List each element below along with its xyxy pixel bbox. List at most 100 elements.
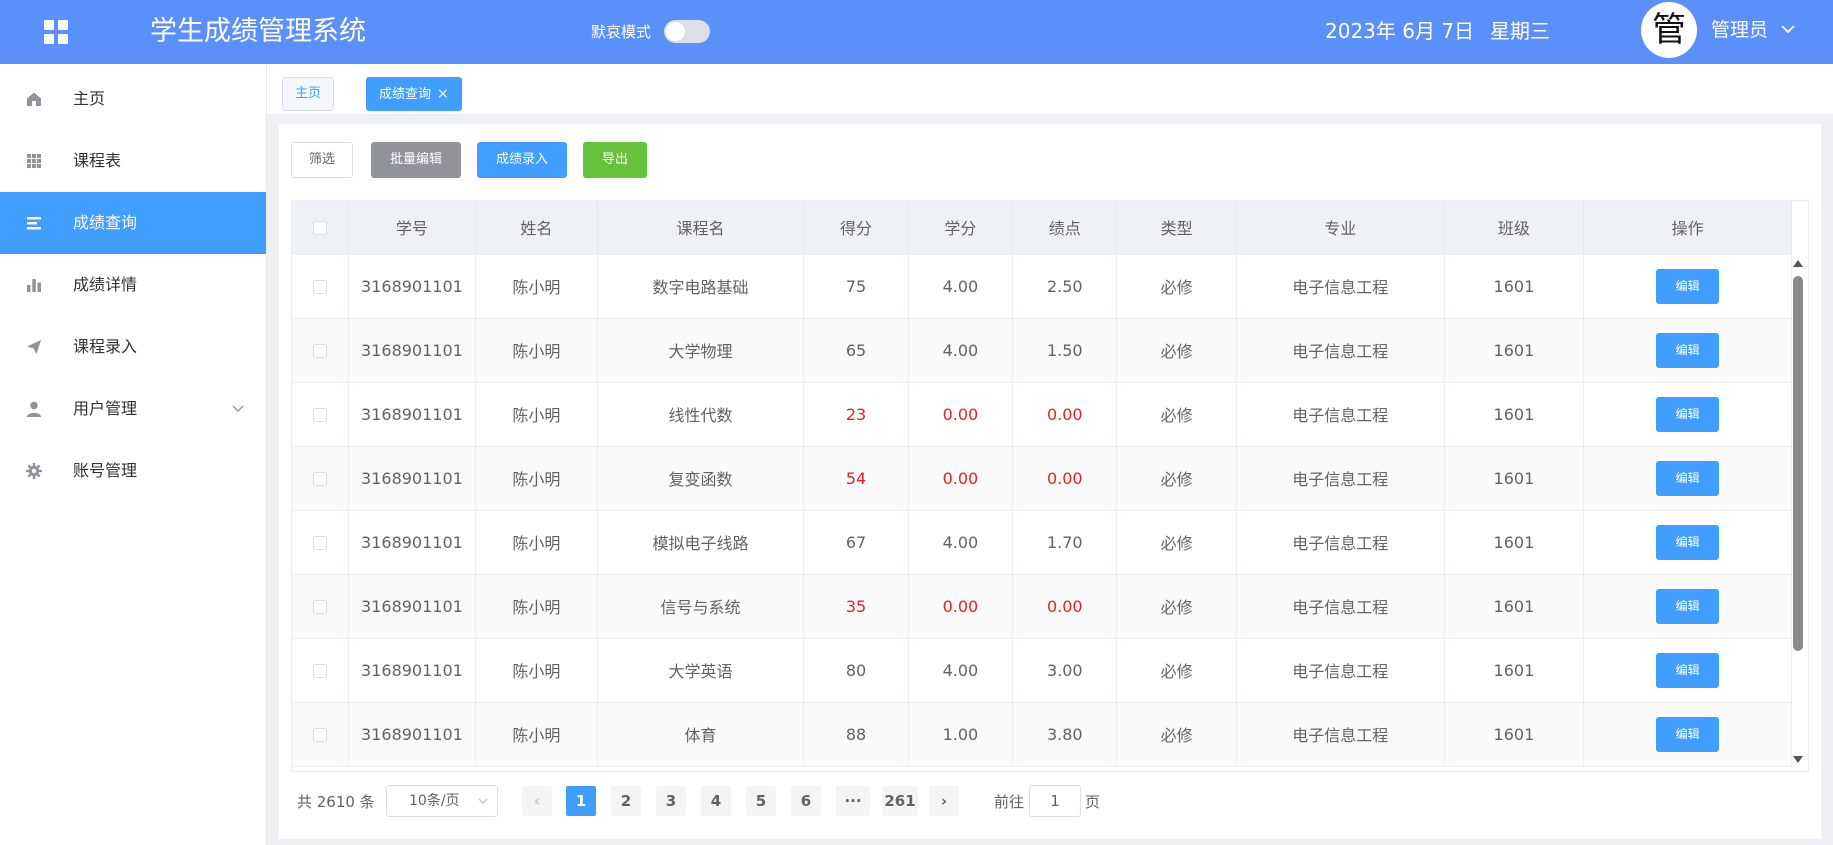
major-cell: 电子信息工程 [1236, 638, 1445, 703]
goto-label: 前往 [994, 793, 1025, 811]
column-header[interactable]: 类型 [1116, 201, 1237, 255]
score-cell: 88 [803, 702, 909, 767]
row-checkbox[interactable] [312, 344, 327, 358]
column-header[interactable]: 姓名 [475, 201, 598, 255]
sidebar-item-user-management[interactable]: 用户管理 [0, 378, 266, 440]
course-name-cell: 复变函数 [597, 446, 805, 511]
edit-button[interactable]: 编辑 [1656, 332, 1720, 368]
scroll-down-arrow-icon[interactable] [1793, 756, 1803, 763]
filter-button[interactable]: 筛选 [291, 142, 353, 178]
sidebar-item-account-management[interactable]: 账号管理 [0, 440, 266, 502]
close-icon[interactable]: × [437, 78, 449, 110]
sidebar-item-course-entry[interactable]: 课程录入 [0, 316, 266, 378]
sidebar-item-schedule[interactable]: 课程表 [0, 130, 266, 192]
edit-button[interactable]: 编辑 [1656, 652, 1720, 688]
sidebar-item-grade-detail[interactable]: 成绩详情 [0, 254, 266, 316]
class-cell: 1601 [1444, 638, 1585, 703]
page-button[interactable]: 261 [882, 786, 918, 816]
page-button[interactable]: 6 [791, 786, 821, 816]
class-cell: 1601 [1444, 574, 1585, 639]
prev-page-button[interactable]: ‹ [522, 786, 552, 816]
goto-unit: 页 [1085, 793, 1101, 811]
scroll-thumb[interactable] [1793, 276, 1803, 651]
tab-label: 主页 [295, 86, 322, 101]
edit-button[interactable]: 编辑 [1656, 268, 1720, 304]
grade-entry-button[interactable]: 成绩录入 [477, 142, 567, 178]
column-header[interactable]: 得分 [803, 201, 909, 255]
column-header[interactable]: 学分 [908, 201, 1014, 255]
toggle-knob [666, 22, 685, 41]
home-icon [27, 92, 41, 106]
select-all-checkbox[interactable] [312, 221, 327, 236]
page-button[interactable]: 2 [611, 786, 641, 816]
scroll-up-arrow-icon[interactable] [1793, 260, 1803, 267]
course-type-cell: 必修 [1116, 574, 1237, 639]
menu-grid-icon[interactable] [44, 20, 68, 44]
export-button[interactable]: 导出 [583, 142, 647, 178]
row-checkbox[interactable] [312, 280, 327, 294]
chevron-down-icon[interactable] [1779, 20, 1797, 38]
sidebar-item-label: 课程表 [73, 151, 122, 170]
column-header[interactable]: 学号 [348, 201, 477, 255]
course-type-cell: 必修 [1116, 638, 1237, 703]
current-weekday: 星期三 [1490, 19, 1550, 43]
sidebar-item-home[interactable]: 主页 [0, 68, 266, 130]
current-date: 2023年 6月 7日 [1325, 19, 1475, 43]
select-all-cell [292, 201, 349, 255]
table-row: 3168901101 陈小明 大学英语 80 4.00 3.00 必修 电子信息工程 1601 编… [292, 638, 1792, 703]
page-button[interactable]: 3 [656, 786, 686, 816]
row-checkbox[interactable] [312, 664, 327, 678]
row-checkbox[interactable] [312, 600, 327, 614]
course-type-cell: 必修 [1116, 510, 1237, 575]
page-button[interactable]: 1 [566, 786, 596, 816]
course-type-cell: 必修 [1116, 254, 1237, 319]
major-cell: 电子信息工程 [1236, 318, 1445, 383]
column-header[interactable]: 课程名 [597, 201, 805, 255]
score-cell: 67 [803, 510, 909, 575]
goto-page-input[interactable] [1029, 785, 1081, 817]
column-header[interactable]: 班级 [1444, 201, 1585, 255]
edit-button[interactable]: 编辑 [1656, 524, 1720, 560]
class-cell: 1601 [1444, 446, 1585, 511]
student-name-cell: 陈小明 [475, 510, 598, 575]
row-checkbox[interactable] [312, 408, 327, 422]
page-button[interactable]: 4 [701, 786, 731, 816]
mourning-mode-toggle[interactable] [664, 20, 710, 43]
student-name-cell: 陈小明 [475, 702, 598, 767]
row-checkbox[interactable] [312, 536, 327, 550]
column-header[interactable]: 操作 [1583, 201, 1792, 255]
app-title: 学生成绩管理系统 [150, 16, 366, 47]
edit-button[interactable]: 编辑 [1656, 460, 1720, 496]
row-checkbox[interactable] [312, 472, 327, 486]
student-name-cell: 陈小明 [475, 382, 598, 447]
batch-edit-button[interactable]: 批量编辑 [371, 142, 461, 178]
page-button[interactable]: 5 [746, 786, 776, 816]
tab-home[interactable]: 主页 [282, 77, 335, 111]
sidebar-item-label: 用户管理 [73, 399, 138, 418]
next-page-button[interactable]: › [929, 786, 959, 816]
table-scrollbar[interactable] [1791, 260, 1805, 765]
table-row: 3168901101 陈小明 大学物理 65 4.00 1.50 必修 电子信息工程 1601 编… [292, 318, 1792, 383]
credit-cell: 1.00 [908, 702, 1014, 767]
edit-button[interactable]: 编辑 [1656, 588, 1720, 624]
table-row: 3168901101 陈小明 线性代数 23 0.00 0.00 必修 电子信息工程 1601 编… [292, 382, 1792, 447]
column-header[interactable]: 专业 [1236, 201, 1445, 255]
column-header[interactable]: 绩点 [1012, 201, 1118, 255]
edit-button[interactable]: 编辑 [1656, 716, 1720, 752]
page-size-select[interactable]: 10条/页 [386, 785, 498, 817]
sidebar-item-grade-query[interactable]: 成绩查询 [0, 192, 266, 254]
tab-grade-query[interactable]: 成绩查询 × [366, 77, 462, 111]
actions-cell: 编辑 [1583, 638, 1792, 703]
row-checkbox[interactable] [312, 728, 327, 742]
sidebar-item-label: 成绩详情 [73, 275, 138, 294]
course-name-cell: 大学物理 [597, 318, 805, 383]
edit-button[interactable]: 编辑 [1656, 396, 1720, 432]
course-type-cell: 必修 [1116, 318, 1237, 383]
user-name[interactable]: 管理员 [1711, 18, 1768, 42]
row-select-cell [292, 510, 349, 575]
row-select-cell [292, 702, 349, 767]
student-id-cell: 3168901101 [348, 254, 477, 319]
avatar[interactable]: 管 [1641, 2, 1697, 58]
more-pages-button[interactable]: ··· [836, 786, 870, 816]
major-cell: 电子信息工程 [1236, 702, 1445, 767]
